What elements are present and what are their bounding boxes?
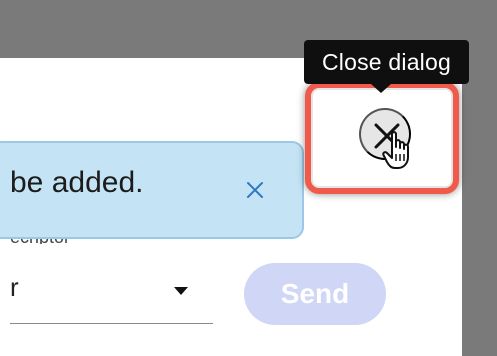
descriptor-select-value[interactable]: r: [10, 272, 24, 302]
tooltip-arrow: [371, 84, 391, 93]
select-underline: [10, 323, 213, 324]
tooltip-text: Close dialog: [322, 48, 451, 75]
send-button-label: Send: [280, 278, 350, 309]
close-icon: [247, 182, 263, 198]
toast-message: be added.: [10, 166, 144, 199]
screenshot-stage: Close dialog be added. ecriptor r Send: [0, 0, 497, 356]
send-button[interactable]: Send: [244, 263, 386, 325]
modal-backdrop-right: [462, 72, 497, 356]
hand-cursor-icon: [382, 130, 418, 177]
close-dialog-tooltip: Close dialog: [304, 40, 469, 84]
chevron-down-icon[interactable]: [174, 287, 188, 295]
toast-dismiss-button[interactable]: [245, 180, 265, 200]
